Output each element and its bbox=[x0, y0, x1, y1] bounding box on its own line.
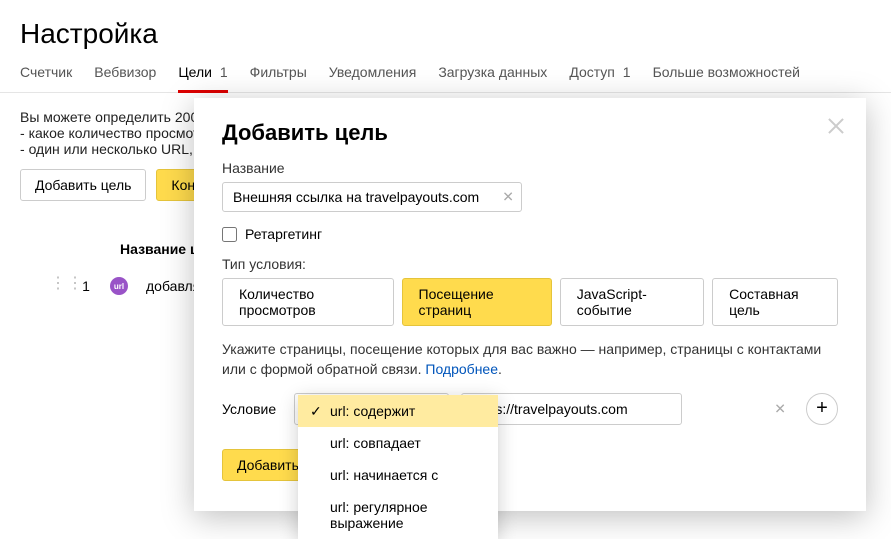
hint-body: Укажите страницы, посещение которых для … bbox=[222, 341, 821, 377]
type-views[interactable]: Количество просмотров bbox=[222, 278, 394, 326]
retargeting-checkbox[interactable] bbox=[222, 227, 237, 242]
condition-dropdown: url: содержит url: совпадает url: начина… bbox=[298, 395, 498, 539]
goal-name-input[interactable] bbox=[222, 182, 522, 212]
hint-text: Укажите страницы, посещение которых для … bbox=[222, 340, 838, 379]
type-js-event[interactable]: JavaScript-событие bbox=[560, 278, 704, 326]
dropdown-option-equals[interactable]: url: совпадает bbox=[298, 427, 498, 459]
type-composite[interactable]: Составная цель bbox=[712, 278, 838, 326]
clear-name-icon[interactable]: ✕ bbox=[502, 189, 514, 206]
type-pages[interactable]: Посещение страниц bbox=[402, 278, 552, 326]
add-condition-icon[interactable]: + bbox=[806, 393, 838, 425]
close-icon[interactable] bbox=[826, 116, 846, 136]
dropdown-option-contains[interactable]: url: содержит bbox=[298, 395, 498, 427]
condition-type-group: Количество просмотров Посещение страниц … bbox=[222, 278, 838, 326]
name-label: Название bbox=[222, 160, 838, 176]
clear-url-icon[interactable]: ✕ bbox=[774, 401, 786, 418]
condition-type-label: Тип условия: bbox=[222, 256, 838, 272]
add-goal-modal: Добавить цель Название ✕ Ретаргетинг Тип… bbox=[194, 98, 866, 511]
hint-link[interactable]: Подробнее bbox=[425, 361, 498, 377]
modal-title: Добавить цель bbox=[222, 120, 838, 146]
retargeting-label: Ретаргетинг bbox=[245, 226, 322, 242]
condition-label: Условие bbox=[222, 401, 282, 417]
dropdown-option-regex[interactable]: url: регулярное выражение bbox=[298, 491, 498, 539]
dropdown-option-starts[interactable]: url: начинается с bbox=[298, 459, 498, 491]
